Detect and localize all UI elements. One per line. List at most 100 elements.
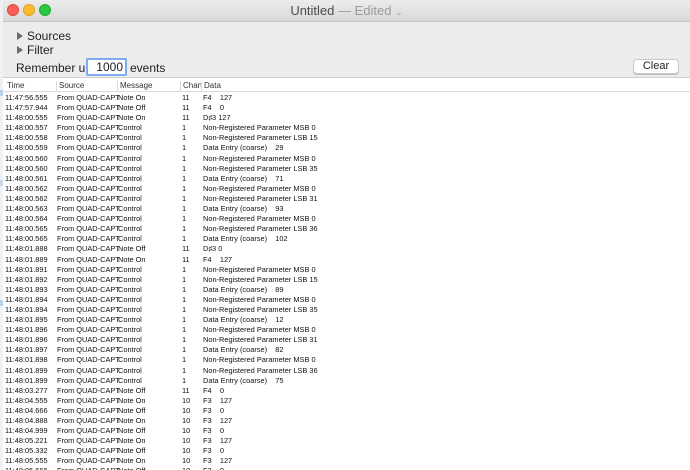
message-cell: Note On	[118, 416, 146, 425]
table-row[interactable]: 11:48:01.892 From QUAD-CAPTUREControl 1 Non…	[3, 275, 690, 285]
time-cell: 11:48:05.666	[5, 466, 57, 470]
data-cell: Data Entry (coarse) 82	[203, 345, 284, 355]
channel-cell: 10	[182, 416, 191, 425]
table-row[interactable]: 11:48:05.555 From QUAD-CAPTURENote On 10 F3…	[3, 456, 690, 466]
message-cell: Control	[118, 133, 142, 143]
table-row[interactable]: 11:48:01.895 From QUAD-CAPTUREControl 1 Dat…	[3, 315, 690, 325]
table-row[interactable]: 11:48:01.894 From QUAD-CAPTUREControl 1 Non…	[3, 295, 690, 305]
table-row[interactable]: 11:48:01.893 From QUAD-CAPTUREControl 1 Dat…	[3, 285, 690, 295]
table-row[interactable]: 11:48:01.889 From QUAD-CAPTURENote On 11 F4…	[3, 255, 690, 265]
column-header-chan[interactable]: Chan	[183, 81, 202, 91]
table-row[interactable]: 11:48:00.557 From QUAD-CAPTUREControl 1 Non…	[3, 123, 690, 133]
source-cell: From QUAD-CAPTURE	[57, 214, 119, 224]
message-cell: Note On	[118, 456, 146, 466]
remember-count-field[interactable]	[86, 58, 127, 76]
table-row[interactable]: 11:48:00.560 From QUAD-CAPTUREControl 1 Non…	[3, 164, 690, 174]
data-cell: Data Entry (coarse) 75	[203, 375, 284, 385]
table-row[interactable]: 11:48:01.899 From QUAD-CAPTUREControl 1 Non…	[3, 366, 690, 376]
events-table[interactable]: 11:47:56.555From QUAD-CAPTURENote On11F4…	[3, 93, 690, 470]
source-cell: From QUAD-CAPTURE	[57, 133, 119, 143]
time-cell: 11:48:00.564	[5, 214, 48, 224]
table-row[interactable]: 11:48:00.565 From QUAD-CAPTUREControl 1 Non…	[3, 224, 690, 234]
source-cell: From QUAD-CAPTURE	[57, 284, 119, 294]
table-row[interactable]: 11:48:01.896 From QUAD-CAPTUREControl 1 Non…	[3, 335, 690, 345]
channel-cell: 1	[182, 204, 187, 214]
window-title[interactable]: Untitled — Edited ⌄	[3, 3, 690, 18]
table-row[interactable]: 11:48:01.888 From QUAD-CAPTURENote Off 11 D…	[3, 244, 690, 254]
midi-monitor-window: Untitled — Edited ⌄ Sources Filter Remem…	[3, 0, 690, 470]
channel-cell: 1	[182, 355, 187, 365]
data-cell: Data Entry (coarse) 71	[203, 173, 284, 183]
disclosure-triangle-icon[interactable]	[17, 32, 23, 40]
source-cell: From QUAD-CAPTURE	[57, 173, 119, 183]
message-cell: Control	[118, 123, 142, 133]
source-cell: From QUAD-CAPTURE	[57, 365, 119, 375]
data-cell: F3 127	[203, 416, 233, 425]
filter-disclosure[interactable]: Filter	[17, 43, 54, 57]
source-cell: From QUAD-CAPTURE	[57, 325, 119, 335]
time-cell: 11:48:01.896	[5, 325, 48, 335]
table-row[interactable]: 11:48:01.896 From QUAD-CAPTUREControl 1 Non…	[3, 325, 690, 335]
message-cell: Note On	[118, 395, 146, 405]
channel-cell: 1	[182, 304, 187, 314]
message-cell: Control	[118, 143, 142, 153]
table-row[interactable]: 11:48:03.277 From QUAD-CAPTURENote Off 11 F…	[3, 386, 690, 396]
table-row[interactable]: 11:48:04.555 From QUAD-CAPTURENote On 10 F3…	[3, 396, 690, 406]
sources-label: Sources	[27, 29, 72, 43]
table-row[interactable]: 11:48:01.899 From QUAD-CAPTUREControl 1 Dat…	[3, 376, 690, 386]
table-row[interactable]: 11:48:04.888 From QUAD-CAPTURENote On 10 F3…	[3, 416, 690, 426]
table-row[interactable]: 11:48:04.666 From QUAD-CAPTURENote Off 10 F…	[3, 406, 690, 416]
column-divider[interactable]	[201, 81, 202, 91]
table-row[interactable]: 11:48:00.555 From QUAD-CAPTURENote On 11 D♯…	[3, 113, 690, 123]
table-row[interactable]: 11:48:00.559 From QUAD-CAPTUREControl 1 Dat…	[3, 143, 690, 153]
table-row[interactable]: 11:48:01.891 From QUAD-CAPTUREControl 1 Non…	[3, 265, 690, 275]
table-row[interactable]: 11:48:00.563 From QUAD-CAPTUREControl 1 Dat…	[3, 204, 690, 214]
table-row[interactable]: 11:48:00.562 From QUAD-CAPTUREControl 1 Non…	[3, 194, 690, 204]
data-cell: F3 0	[203, 466, 403, 470]
table-row[interactable]: 11:48:01.894 From QUAD-CAPTUREControl 1 Non…	[3, 305, 690, 315]
table-row[interactable]: 11:48:05.666From QUAD-CAPTURENote Off10F…	[3, 466, 690, 470]
table-row[interactable]: 11:48:01.897 From QUAD-CAPTUREControl 1 Dat…	[3, 345, 690, 355]
sources-disclosure[interactable]: Sources	[17, 29, 71, 43]
column-divider[interactable]	[56, 81, 57, 91]
source-cell: From QUAD-CAPTURE	[57, 345, 119, 355]
table-row[interactable]: 11:48:00.565 From QUAD-CAPTUREControl 1 Dat…	[3, 234, 690, 244]
time-cell: 11:47:57.944	[5, 103, 48, 113]
column-header-time[interactable]: Time	[7, 81, 24, 91]
table-row[interactable]: 11:48:00.564 From QUAD-CAPTUREControl 1 Non…	[3, 214, 690, 224]
table-row[interactable]: 11:47:56.555 From QUAD-CAPTURENote On 11 F4…	[3, 93, 690, 103]
table-row[interactable]: 11:48:01.898 From QUAD-CAPTUREControl 1 Non…	[3, 355, 690, 365]
table-row[interactable]: 11:48:00.561 From QUAD-CAPTUREControl 1 Dat…	[3, 174, 690, 184]
time-cell: 11:48:00.562	[5, 183, 48, 193]
time-cell: 11:48:01.893	[5, 284, 48, 294]
column-header-message[interactable]: Message	[120, 81, 152, 91]
clear-button[interactable]: Clear	[633, 59, 679, 74]
table-row[interactable]: 11:48:04.999 From QUAD-CAPTURENote Off 10 F…	[3, 426, 690, 436]
column-divider[interactable]	[180, 81, 181, 91]
column-header-source[interactable]: Source	[59, 81, 84, 91]
source-cell: From QUAD-CAPTURE	[57, 183, 119, 193]
source-cell: From QUAD-CAPTURE	[57, 385, 119, 395]
source-cell: From QUAD-CAPTURE	[57, 163, 119, 173]
channel-cell: 11	[182, 385, 190, 395]
source-cell: From QUAD-CAPTURE	[57, 315, 119, 325]
time-cell: 11:48:05.555	[5, 456, 48, 466]
table-row[interactable]: 11:48:05.221 From QUAD-CAPTURENote On 10 F3…	[3, 436, 690, 446]
title-separator: —	[334, 3, 355, 18]
table-row[interactable]: 11:48:05.332 From QUAD-CAPTURENote Off 10 F…	[3, 446, 690, 456]
channel-cell: 1	[182, 214, 187, 224]
events-table-header: Time Source Message Chan Data	[3, 80, 690, 92]
table-row[interactable]: 11:48:00.562 From QUAD-CAPTUREControl 1 Non…	[3, 184, 690, 194]
channel-cell: 1	[182, 143, 187, 153]
source-cell: From QUAD-CAPTURE	[57, 436, 119, 446]
table-row[interactable]: 11:48:00.560 From QUAD-CAPTUREControl 1 Non…	[3, 154, 690, 164]
chevron-down-icon[interactable]: ⌄	[395, 7, 403, 17]
table-row[interactable]: 11:47:57.944 From QUAD-CAPTURENote Off 11 F…	[3, 103, 690, 113]
disclosure-triangle-icon[interactable]	[17, 46, 23, 54]
column-divider[interactable]	[117, 81, 118, 91]
column-header-data[interactable]: Data	[204, 81, 221, 91]
table-row[interactable]: 11:48:00.558 From QUAD-CAPTUREControl 1 Non…	[3, 133, 690, 143]
title-bar[interactable]: Untitled — Edited ⌄	[3, 0, 690, 22]
data-cell: Non-Registered Parameter LSB 31	[203, 193, 318, 203]
source-cell: From QUAD-CAPTURE	[57, 405, 119, 415]
